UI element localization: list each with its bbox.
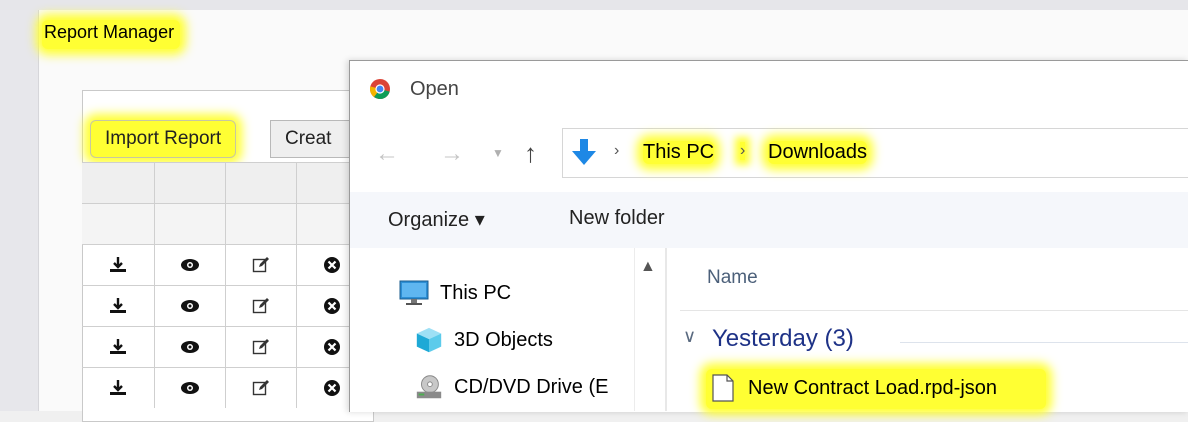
edit-icon[interactable]: [226, 327, 297, 367]
header-divider: [680, 310, 1188, 311]
monitor-icon: [399, 280, 429, 305]
chrome-icon: [369, 79, 390, 100]
breadcrumb-this-pc[interactable]: This PC: [643, 141, 715, 164]
file-name[interactable]: New Contract Load.rpd-json: [748, 377, 997, 400]
forward-arrow-icon[interactable]: →: [440, 140, 464, 168]
cube-icon: [416, 327, 442, 353]
chevron-down-icon[interactable]: ∨: [683, 326, 696, 347]
download-icon[interactable]: [82, 327, 155, 367]
nav-item-label: CD/DVD Drive (E: [454, 375, 609, 398]
organize-button[interactable]: Organize ▾: [388, 207, 485, 232]
table-row: [82, 244, 372, 285]
edit-icon[interactable]: [226, 368, 297, 408]
import-report-button[interactable]: Import Report: [90, 120, 237, 158]
view-icon[interactable]: [155, 327, 226, 367]
report-grid: [82, 162, 372, 408]
breadcrumb-separator: ›: [614, 142, 620, 159]
dialog-title: Open: [410, 78, 459, 100]
edit-icon[interactable]: [226, 245, 297, 285]
nav-item-label: 3D Objects: [454, 328, 553, 351]
cd-drive-icon: [416, 375, 442, 399]
recent-locations-chevron-icon[interactable]: ▼: [492, 146, 504, 160]
new-folder-button[interactable]: New folder: [569, 207, 665, 230]
grid-header-row: [82, 162, 372, 203]
nav-item-this-pc[interactable]: This PC: [398, 278, 511, 308]
nav-item-3d-objects[interactable]: 3D Objects: [414, 325, 553, 355]
view-icon[interactable]: [155, 245, 226, 285]
name-column-header[interactable]: Name: [707, 267, 758, 289]
nav-item-cd-dvd-drive[interactable]: CD/DVD Drive (E: [414, 372, 608, 402]
breadcrumb-separator: ›: [740, 142, 746, 160]
table-row: [82, 326, 372, 367]
download-icon[interactable]: [82, 245, 155, 285]
file-icon: [712, 374, 734, 402]
back-arrow-icon[interactable]: ←: [375, 140, 399, 168]
table-row: [82, 367, 372, 408]
up-arrow-icon[interactable]: ↑: [524, 138, 537, 169]
breadcrumb-downloads[interactable]: Downloads: [768, 141, 867, 164]
group-header-yesterday[interactable]: Yesterday (3): [712, 325, 854, 353]
scroll-up-icon[interactable]: ▲: [640, 258, 656, 276]
edit-icon[interactable]: [226, 286, 297, 326]
view-icon[interactable]: [155, 286, 226, 326]
grid-filter-row: [82, 203, 372, 244]
download-icon[interactable]: [82, 286, 155, 326]
page-title: Report Manager: [42, 20, 181, 49]
download-icon[interactable]: [82, 368, 155, 408]
pane-divider[interactable]: [665, 248, 667, 411]
group-divider: [900, 342, 1188, 343]
nav-item-label: This PC: [440, 281, 512, 304]
window-top-strip: [0, 0, 1188, 10]
table-row: [82, 285, 372, 326]
downloads-arrow-icon: [572, 139, 596, 165]
view-icon[interactable]: [155, 368, 226, 408]
app-sidebar: [0, 10, 39, 411]
